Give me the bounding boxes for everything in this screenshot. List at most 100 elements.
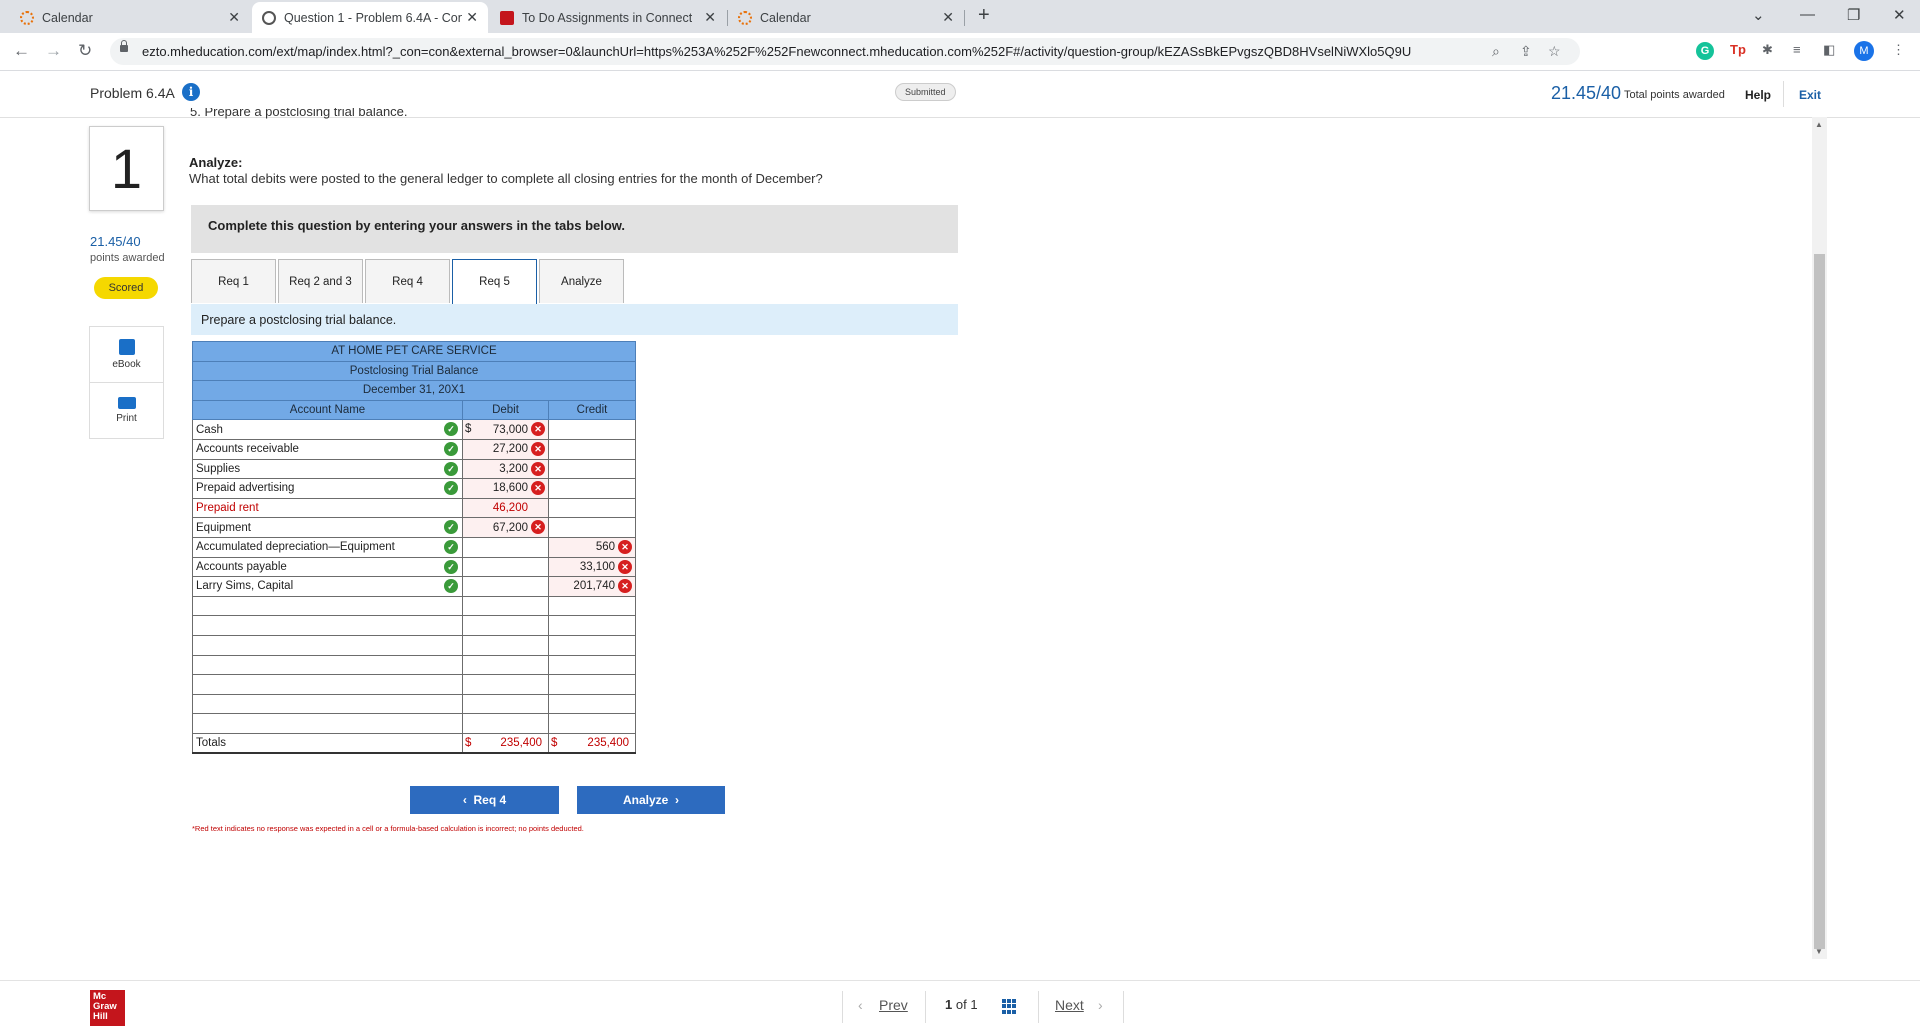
- zoom-icon[interactable]: ⌕: [1492, 43, 1500, 60]
- bookmark-star-icon[interactable]: ☆: [1548, 43, 1561, 60]
- account-cell[interactable]: Equipment ✓: [192, 517, 463, 538]
- close-window-icon[interactable]: ✕: [1893, 6, 1906, 24]
- account-cell[interactable]: [192, 713, 463, 734]
- next-analyze-button[interactable]: Analyze ›: [577, 786, 725, 814]
- debit-cell[interactable]: [462, 713, 549, 734]
- scroll-thumb[interactable]: [1814, 254, 1825, 949]
- credit-cell[interactable]: 33,100 ✕: [548, 556, 636, 578]
- browser-menu-icon[interactable]: ⋮: [1892, 42, 1905, 58]
- tab-search-icon[interactable]: ⌄: [1752, 6, 1765, 24]
- debit-cell[interactable]: 3,200 ✕: [462, 458, 549, 480]
- profile-avatar[interactable]: M: [1854, 41, 1874, 61]
- account-cell[interactable]: [192, 634, 463, 656]
- credit-cell[interactable]: [548, 419, 636, 440]
- debit-cell[interactable]: [462, 674, 549, 695]
- next-page-link[interactable]: Next: [1055, 997, 1084, 1013]
- credit-cell[interactable]: [548, 497, 636, 519]
- account-cell[interactable]: Supplies ✓: [192, 458, 463, 480]
- account-cell[interactable]: Larry Sims, Capital ✓: [192, 576, 463, 597]
- credit-cell[interactable]: [548, 458, 636, 480]
- exit-link[interactable]: Exit: [1799, 88, 1821, 102]
- credit-cell[interactable]: 201,740 ✕: [548, 576, 636, 597]
- debit-cell[interactable]: $73,000 ✕: [462, 419, 549, 440]
- omnibox[interactable]: ezto.mheducation.com/ext/map/index.html?…: [110, 38, 1580, 65]
- vertical-scrollbar[interactable]: ▲ ▼: [1812, 117, 1827, 959]
- print-button[interactable]: Print: [90, 383, 163, 438]
- back-icon[interactable]: ←: [13, 41, 30, 61]
- debit-cell[interactable]: 27,200 ✕: [462, 438, 549, 460]
- account-cell[interactable]: Prepaid advertising ✓: [192, 478, 463, 499]
- tab-analyze[interactable]: Analyze: [539, 259, 624, 303]
- debit-cell[interactable]: [462, 615, 549, 636]
- credit-cell[interactable]: [548, 478, 636, 499]
- debit-cell[interactable]: [462, 576, 549, 597]
- grid-icon[interactable]: [1002, 999, 1017, 1014]
- reload-icon[interactable]: ↻: [78, 41, 92, 61]
- debit-cell[interactable]: [462, 595, 549, 617]
- close-icon[interactable]: ✕: [466, 9, 478, 26]
- info-icon[interactable]: i: [182, 83, 200, 101]
- browser-tab-calendar-2[interactable]: Calendar ✕: [728, 2, 964, 33]
- tab-req-4[interactable]: Req 4: [365, 259, 450, 303]
- debit-cell[interactable]: [462, 634, 549, 656]
- tab-req-5[interactable]: Req 5: [452, 259, 537, 305]
- x-mark-icon: ✕: [531, 422, 545, 437]
- credit-cell[interactable]: [548, 654, 636, 676]
- account-cell[interactable]: [192, 615, 463, 636]
- debit-cell[interactable]: [462, 693, 549, 715]
- account-cell[interactable]: [192, 674, 463, 695]
- credit-cell[interactable]: [548, 634, 636, 656]
- tab-req-2-and-3[interactable]: Req 2 and 3: [278, 259, 363, 303]
- prev-page-link[interactable]: Prev: [879, 997, 908, 1013]
- extension-tp-icon[interactable]: Tp: [1730, 42, 1746, 57]
- url-text[interactable]: ezto.mheducation.com/ext/map/index.html?…: [142, 44, 1412, 59]
- debit-cell[interactable]: [462, 654, 549, 676]
- share-icon[interactable]: ⇪: [1520, 43, 1532, 60]
- reading-list-icon[interactable]: ≡: [1793, 42, 1801, 57]
- close-icon[interactable]: ✕: [704, 9, 716, 26]
- account-cell[interactable]: [192, 693, 463, 715]
- prev-req-button[interactable]: ‹ Req 4: [410, 786, 559, 814]
- close-icon[interactable]: ✕: [942, 9, 954, 26]
- account-cell[interactable]: [192, 654, 463, 676]
- new-tab-icon[interactable]: +: [978, 4, 990, 27]
- scroll-up-icon[interactable]: ▲: [1815, 120, 1823, 129]
- ebook-button[interactable]: eBook: [90, 327, 163, 383]
- browser-tab-question[interactable]: Question 1 - Problem 6.4A - Con ✕: [252, 2, 488, 33]
- side-panel-icon[interactable]: ◧: [1823, 42, 1835, 58]
- account-cell[interactable]: Accounts payable ✓: [192, 556, 463, 578]
- credit-cell[interactable]: [548, 438, 636, 460]
- minimize-icon[interactable]: —: [1800, 6, 1815, 23]
- credit-cell[interactable]: [548, 595, 636, 617]
- dollar-sign: $: [465, 423, 472, 436]
- account-cell[interactable]: Accounts receivable ✓: [192, 438, 463, 460]
- debit-cell[interactable]: 18,600 ✕: [462, 478, 549, 499]
- credit-cell[interactable]: [548, 615, 636, 636]
- credit-cell[interactable]: [548, 674, 636, 695]
- credit-cell[interactable]: [548, 693, 636, 715]
- page-indicator[interactable]: 1 of 1: [945, 997, 978, 1012]
- credit-cell[interactable]: [548, 517, 636, 538]
- account-cell[interactable]: Prepaid rent: [192, 497, 463, 519]
- forward-icon[interactable]: →: [45, 41, 62, 61]
- grammarly-icon[interactable]: G: [1696, 42, 1714, 60]
- account-cell[interactable]: Accumulated depreciation—Equipment ✓: [192, 536, 463, 558]
- scroll-down-icon[interactable]: ▼: [1815, 947, 1823, 956]
- tab-req-1[interactable]: Req 1: [191, 259, 276, 303]
- requirement-prompt: Prepare a postclosing trial balance.: [201, 313, 397, 327]
- debit-cell[interactable]: [462, 556, 549, 578]
- help-link[interactable]: Help: [1745, 88, 1771, 102]
- credit-cell[interactable]: 560 ✕: [548, 536, 636, 558]
- extensions-puzzle-icon[interactable]: ✱: [1762, 42, 1773, 58]
- restore-icon[interactable]: ❐: [1847, 6, 1860, 24]
- credit-cell[interactable]: [548, 713, 636, 734]
- account-cell[interactable]: [192, 595, 463, 617]
- browser-tab-todo[interactable]: To Do Assignments in Connect ✕: [490, 2, 726, 33]
- debit-cell[interactable]: [462, 536, 549, 558]
- account-cell[interactable]: Cash ✓: [192, 419, 463, 440]
- browser-tab-calendar[interactable]: Calendar ✕: [10, 2, 250, 33]
- close-icon[interactable]: ✕: [228, 9, 240, 26]
- empty-row: [192, 713, 636, 734]
- debit-cell[interactable]: 67,200 ✕: [462, 517, 549, 538]
- debit-cell[interactable]: 46,200: [462, 497, 549, 519]
